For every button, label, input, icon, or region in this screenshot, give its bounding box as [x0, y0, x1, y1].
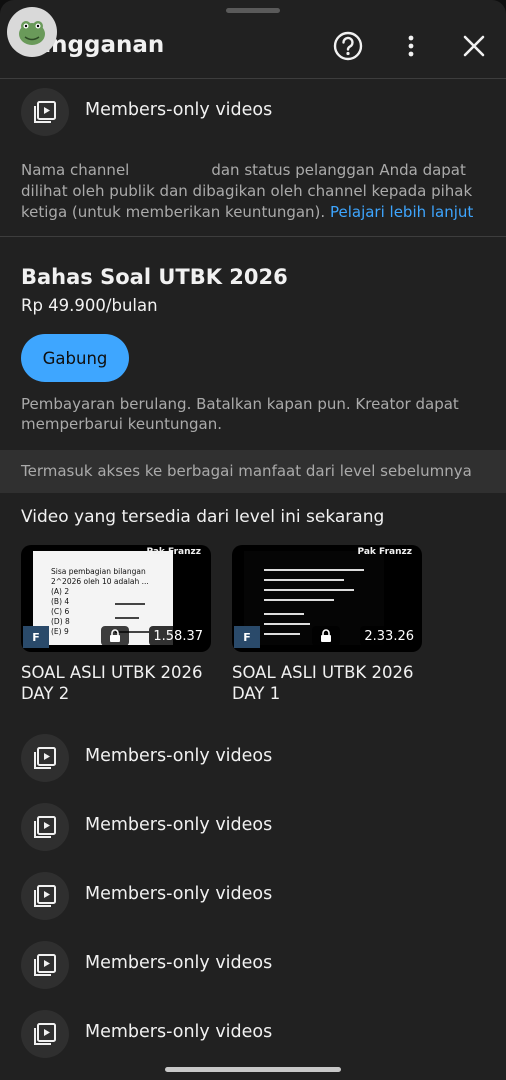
math-scribble	[264, 623, 310, 625]
video-thumbnail[interactable]: Sisa pembagian bilangan 2^2026 oleh 10 a…	[21, 545, 211, 652]
drag-handle[interactable]	[226, 8, 280, 13]
previous-tier-banner: Termasuk akses ke berbagai manfaat dari …	[0, 450, 506, 493]
math-scribble	[264, 579, 344, 581]
perk-item-members-only: Members-only videos	[0, 802, 506, 852]
math-scribble	[115, 617, 139, 619]
video-library-icon	[21, 941, 69, 989]
more-vert-icon	[408, 35, 414, 57]
tier-price: Rp 49.900/bulan	[21, 296, 158, 315]
video-library-icon	[21, 803, 69, 851]
math-scribble	[115, 603, 145, 605]
channel-brand: Pak Franzz	[357, 547, 412, 557]
close-button[interactable]	[454, 26, 494, 66]
videos-section-title: Video yang tersedia dari level ini sekar…	[21, 507, 385, 527]
thumbnail-option: (B) 4	[51, 597, 70, 606]
header-divider	[0, 78, 506, 79]
help-button[interactable]	[328, 26, 368, 66]
math-scribble	[264, 589, 354, 591]
help-icon	[333, 31, 363, 61]
video-thumbnail[interactable]: Pak Franzz F 2.33.26	[232, 545, 422, 652]
video-library-icon	[21, 1010, 69, 1058]
video-card[interactable]: Pak Franzz F 2.33.26 SOAL ASLI UTBK 2026…	[232, 545, 422, 704]
video-duration: 1.58.37	[149, 626, 207, 646]
perk-label: Members-only videos	[85, 746, 273, 766]
perk-label: Members-only videos	[85, 953, 273, 973]
thumbnail-option: (C) 6	[51, 607, 70, 616]
billing-note: Pembayaran berulang. Batalkan kapan pun.…	[21, 395, 459, 433]
math-scribble	[264, 633, 300, 635]
video-card[interactable]: Sisa pembagian bilangan 2^2026 oleh 10 a…	[21, 545, 211, 704]
subscription-sheet: Langganan Members-only videos Nama chann…	[0, 0, 506, 1080]
presenter-image: F	[234, 626, 260, 648]
math-scribble	[264, 613, 304, 615]
thumbnail-option: (A) 2	[51, 587, 70, 596]
tier-name: Bahas Soal UTBK 2026	[21, 265, 288, 289]
lock-icon	[101, 626, 129, 646]
video-library-icon	[21, 88, 69, 136]
section-divider	[0, 236, 506, 237]
perk-label: Members-only videos	[85, 884, 273, 904]
perk-label: Members-only videos	[85, 100, 273, 120]
perk-item-members-only: Members-only videos	[0, 87, 506, 137]
perk-item-members-only: Members-only videos	[0, 871, 506, 921]
learn-more-link[interactable]: Pelajari lebih lanjut	[330, 203, 473, 221]
video-library-icon	[21, 872, 69, 920]
video-title[interactable]: SOAL ASLI UTBK 2026 DAY 2	[21, 662, 221, 704]
thumbnail-question-text: Sisa pembagian bilangan 2^2026 oleh 10 a…	[51, 567, 149, 586]
gesture-home-bar[interactable]	[165, 1067, 341, 1072]
perk-label: Members-only videos	[85, 815, 273, 835]
perk-label: Members-only videos	[85, 1022, 273, 1042]
math-scribble	[264, 599, 334, 601]
lock-icon	[312, 626, 340, 646]
video-library-icon	[21, 734, 69, 782]
video-title[interactable]: SOAL ASLI UTBK 2026 DAY 1	[232, 662, 432, 704]
more-options-button[interactable]	[391, 26, 431, 66]
presenter-image: F	[23, 626, 49, 648]
perk-item-members-only: Members-only videos	[0, 733, 506, 783]
overlay-avatar	[7, 7, 57, 57]
video-duration: 2.33.26	[360, 626, 418, 646]
notice-text-before: Nama channel	[21, 161, 130, 179]
sheet-header: Langganan	[0, 20, 506, 72]
perk-item-members-only: Members-only videos	[0, 940, 506, 990]
math-scribble	[264, 569, 364, 571]
privacy-notice: Nama channel dan status pelanggan Anda da…	[21, 160, 491, 223]
close-icon	[463, 35, 485, 57]
join-button[interactable]: Gabung	[21, 334, 129, 382]
channel-brand: Pak Franzz	[146, 547, 201, 557]
perk-item-members-only: Members-only videos	[0, 1009, 506, 1059]
frog-logo-icon	[19, 21, 45, 45]
